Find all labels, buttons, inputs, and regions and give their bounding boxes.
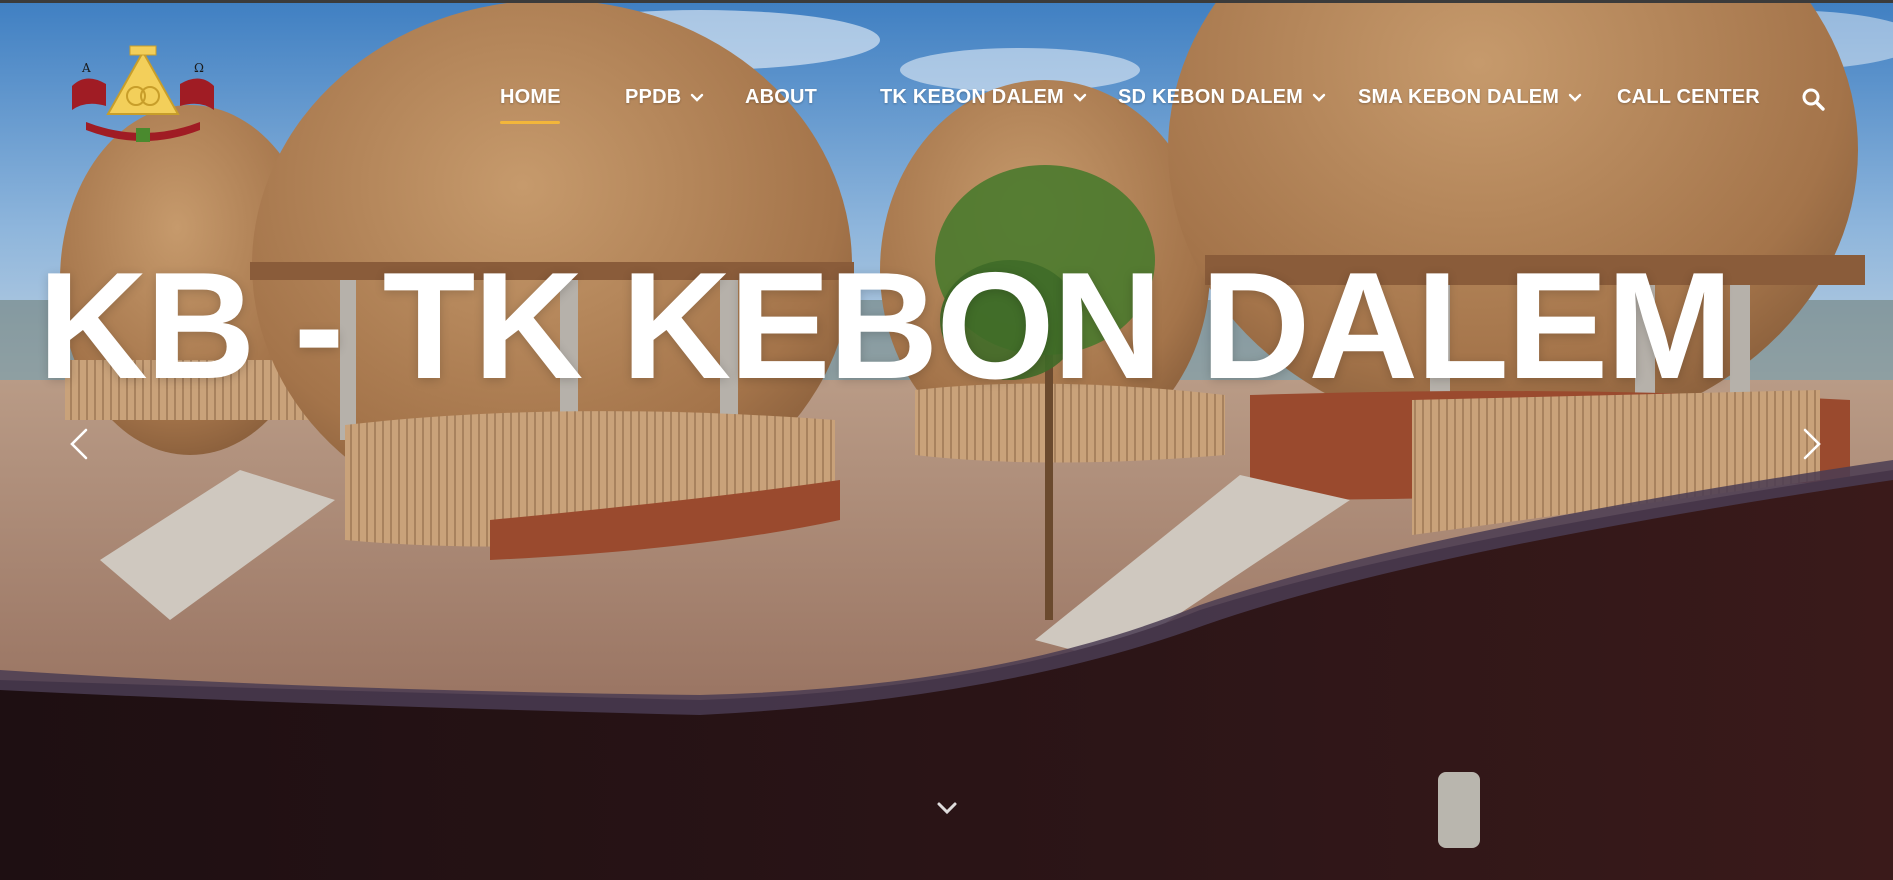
nav-item-label: ABOUT <box>745 86 818 108</box>
hero-background-image <box>0 0 1893 880</box>
top-border <box>0 0 1893 3</box>
active-nav-indicator <box>500 121 560 124</box>
nav-item-label: PPDB <box>625 86 682 108</box>
chevron-left-icon[interactable] <box>62 424 98 464</box>
main-navigation: HOME PPDB ABOUT TK KEBON DALEM SD KEBON … <box>0 78 1893 122</box>
nav-item-label: SD KEBON DALEM <box>1118 86 1304 108</box>
logo-omega: Ω <box>194 61 204 75</box>
chevron-down-icon <box>691 93 704 102</box>
logo-alpha: Α <box>81 61 91 75</box>
nav-item-about[interactable]: ABOUT <box>745 86 817 109</box>
nav-item-sd-kebon-dalem[interactable]: SD KEBON DALEM <box>1118 86 1327 109</box>
nav-item-ppdb[interactable]: PPDB <box>625 86 705 109</box>
search-icon[interactable] <box>1800 86 1826 112</box>
nav-item-home[interactable]: HOME <box>500 86 561 109</box>
nav-item-label: SMA KEBON DALEM <box>1358 86 1560 108</box>
hero-headline: KB - TK KEBON DALEM <box>38 241 1733 411</box>
chevron-down-icon <box>1568 93 1582 102</box>
nav-item-call-center[interactable]: CALL CENTER <box>1617 86 1760 109</box>
nav-item-label: TK KEBON DALEM <box>880 86 1064 108</box>
nav-item-label: HOME <box>500 86 561 108</box>
chevron-down-icon <box>1073 93 1087 102</box>
nav-item-tk-kebon-dalem[interactable]: TK KEBON DALEM <box>880 86 1088 109</box>
hero-slider: Α Ω HOME PPDB ABOUT TK KEBON DALEM SD KE… <box>0 0 1893 880</box>
chevron-right-icon[interactable] <box>1793 424 1829 464</box>
chevron-down-icon[interactable] <box>933 796 961 820</box>
chevron-down-icon <box>1312 93 1326 102</box>
nav-item-sma-kebon-dalem[interactable]: SMA KEBON DALEM <box>1358 86 1583 109</box>
nav-item-label: CALL CENTER <box>1617 86 1760 108</box>
